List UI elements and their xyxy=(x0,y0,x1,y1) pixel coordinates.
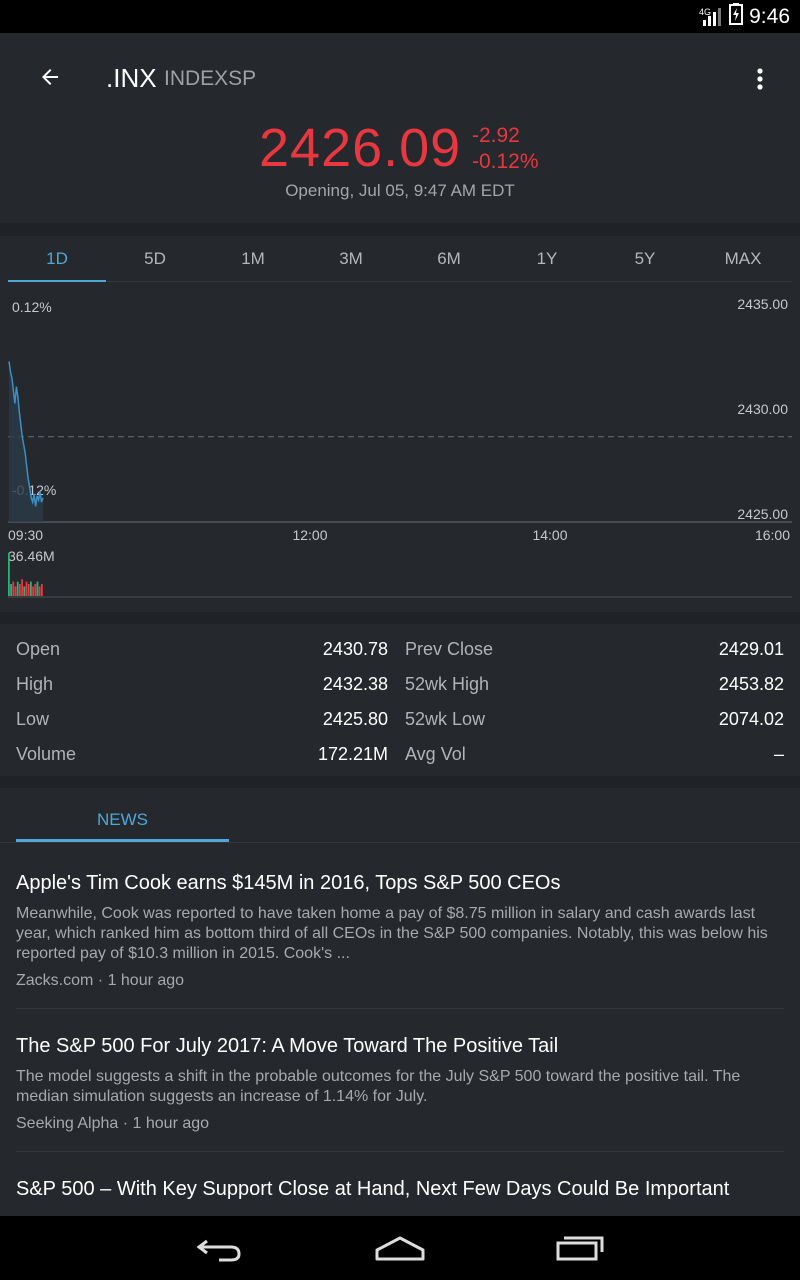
chart-card: 1D 5D 1M 3M 6M 1Y 5Y MAX 2435.00 2430.00 2425.00 0… xyxy=(0,236,800,612)
news-headline: The S&P 500 For July 2017: A Move Toward… xyxy=(16,1035,559,1057)
clock: 9:46 xyxy=(749,4,790,28)
news-section: NEWS Apple's Tim Cook earns $145M in 201… xyxy=(0,788,800,1216)
news-source: Zacks.com · 1 hour ago xyxy=(16,972,185,989)
y-axis-label: 2435.00 xyxy=(737,296,788,312)
news-snippet: Meanwhile, Cook was reported to have tak… xyxy=(16,905,768,962)
nav-home-button[interactable] xyxy=(360,1224,440,1272)
quote-header: .INX INDEXSP 2426.09 -2.92 -0.12% Openin… xyxy=(0,33,800,223)
last-price: 2426.09 xyxy=(259,118,462,178)
price-chart[interactable]: 2435.002430.002425.000.12%-0.12%09:30 12:… xyxy=(0,282,800,612)
stat-label: Avg Vol xyxy=(405,744,466,764)
nav-recents-icon xyxy=(556,1236,604,1261)
volume-bar xyxy=(32,586,34,596)
x-axis-label: 09:30 xyxy=(8,527,43,543)
y-axis-label: 2430.00 xyxy=(737,401,788,417)
news-headline: S&P 500 – With Key Support Close at Hand… xyxy=(16,1178,730,1200)
stat-value: 2453.82 xyxy=(718,674,784,694)
volume-bar xyxy=(10,584,12,596)
stat-label: High xyxy=(16,674,54,694)
nav-back-button[interactable] xyxy=(180,1224,260,1272)
volume-bar xyxy=(34,584,37,596)
news-source: Seeking Alpha · 1 hour ago xyxy=(16,1115,210,1132)
tab-range-1y[interactable]: 1Y xyxy=(498,236,596,281)
nav-home-icon xyxy=(375,1236,425,1261)
tab-range-3m[interactable]: 3M xyxy=(302,236,400,281)
stat-value: 2432.38 xyxy=(322,674,388,694)
stat-label: Prev Close xyxy=(405,639,494,659)
x-axis-label: 14:00 xyxy=(532,527,567,543)
x-axis-label: 16:00 xyxy=(755,527,790,543)
stat-value: 2429.01 xyxy=(718,639,784,659)
volume-bar xyxy=(23,586,26,596)
news-list: Apple's Tim Cook earns $145M in 2016, To… xyxy=(16,858,784,1216)
stat-row: High 2432.38 52wk High 2453.82 xyxy=(16,667,784,702)
change-percent: -0.12% xyxy=(472,150,539,173)
volume-bar xyxy=(25,581,28,596)
stat-row: Low 2425.80 52wk Low 2074.02 xyxy=(16,702,784,737)
volume-bar xyxy=(14,586,17,596)
volume-bar xyxy=(16,581,19,596)
signal-icon: 4G xyxy=(699,6,723,28)
stat-value: 2074.02 xyxy=(718,709,784,729)
volume-label: 36.46M xyxy=(8,548,55,564)
stat-label: Low xyxy=(16,709,50,729)
network-type-label: 4G xyxy=(699,7,711,17)
volume-bar xyxy=(19,584,21,596)
overflow-menu-button[interactable] xyxy=(744,59,776,99)
volume-bar xyxy=(41,584,43,596)
tab-range-6m[interactable]: 6M xyxy=(400,236,498,281)
exchange-name: INDEXSP xyxy=(164,67,257,90)
tab-range-1m[interactable]: 1M xyxy=(204,236,302,281)
price-row: 2426.09 -2.92 -0.12% xyxy=(0,117,800,187)
range-tabs: 1D 5D 1M 3M 6M 1Y 5Y MAX xyxy=(8,236,792,282)
tab-news[interactable]: NEWS xyxy=(16,798,229,842)
divider xyxy=(0,842,800,843)
y-pct-label: 0.12% xyxy=(12,299,52,315)
stat-label: Open xyxy=(16,639,61,659)
news-item[interactable]: The S&P 500 For July 2017: A Move Toward… xyxy=(16,1009,784,1152)
stat-value: 2425.80 xyxy=(322,709,388,729)
quote-timestamp: Opening, Jul 05, 9:47 AM EDT xyxy=(285,181,515,200)
nav-back-icon xyxy=(196,1239,241,1262)
stat-label: 52wk Low xyxy=(405,709,486,729)
more-vert-icon xyxy=(757,68,763,90)
stat-row: Volume 172.21M Avg Vol – xyxy=(16,737,784,772)
stat-value: – xyxy=(773,744,784,764)
news-item[interactable]: S&P 500 – With Key Support Close at Hand… xyxy=(16,1152,784,1216)
stat-label: 52wk High xyxy=(405,674,490,694)
news-snippet: The model suggests a shift in the probab… xyxy=(16,1068,741,1105)
stat-value: 172.21M xyxy=(317,744,388,764)
tab-range-1d[interactable]: 1D xyxy=(8,236,106,282)
volume-bar xyxy=(21,579,23,596)
tab-range-5d[interactable]: 5D xyxy=(106,236,204,281)
arrow-back-icon xyxy=(42,69,58,85)
volume-bar xyxy=(38,586,41,596)
stat-label: Volume xyxy=(16,744,77,764)
volume-bar xyxy=(36,581,39,596)
news-headline: Apple's Tim Cook earns $145M in 2016, To… xyxy=(16,872,561,894)
status-bar: 4G 9:46 xyxy=(0,0,800,33)
stat-row: Open 2430.78 Prev Close 2429.01 xyxy=(16,632,784,667)
x-axis-label: 12:00 xyxy=(292,527,327,543)
volume-bar xyxy=(8,552,10,596)
stat-value: 2430.78 xyxy=(322,639,388,659)
y-axis-label: 2425.00 xyxy=(737,506,788,522)
tab-range-max[interactable]: MAX xyxy=(694,236,792,281)
news-item[interactable]: Apple's Tim Cook earns $145M in 2016, To… xyxy=(16,858,784,1009)
volume-bar xyxy=(27,584,30,596)
price-change: -2.92 -0.12% xyxy=(472,123,539,175)
system-nav-bar xyxy=(0,1216,800,1280)
nav-recents-button[interactable] xyxy=(540,1224,620,1272)
ticker-symbol: .INX xyxy=(106,63,157,93)
key-stats: Open 2430.78 Prev Close 2429.01 High 2432.38 5… xyxy=(0,624,800,776)
battery-icon xyxy=(729,2,744,31)
back-button[interactable] xyxy=(30,57,70,97)
volume-bar xyxy=(12,581,15,596)
volume-bar xyxy=(30,581,32,596)
tab-range-5y[interactable]: 5Y xyxy=(596,236,694,281)
change-absolute: -2.92 xyxy=(472,124,520,147)
